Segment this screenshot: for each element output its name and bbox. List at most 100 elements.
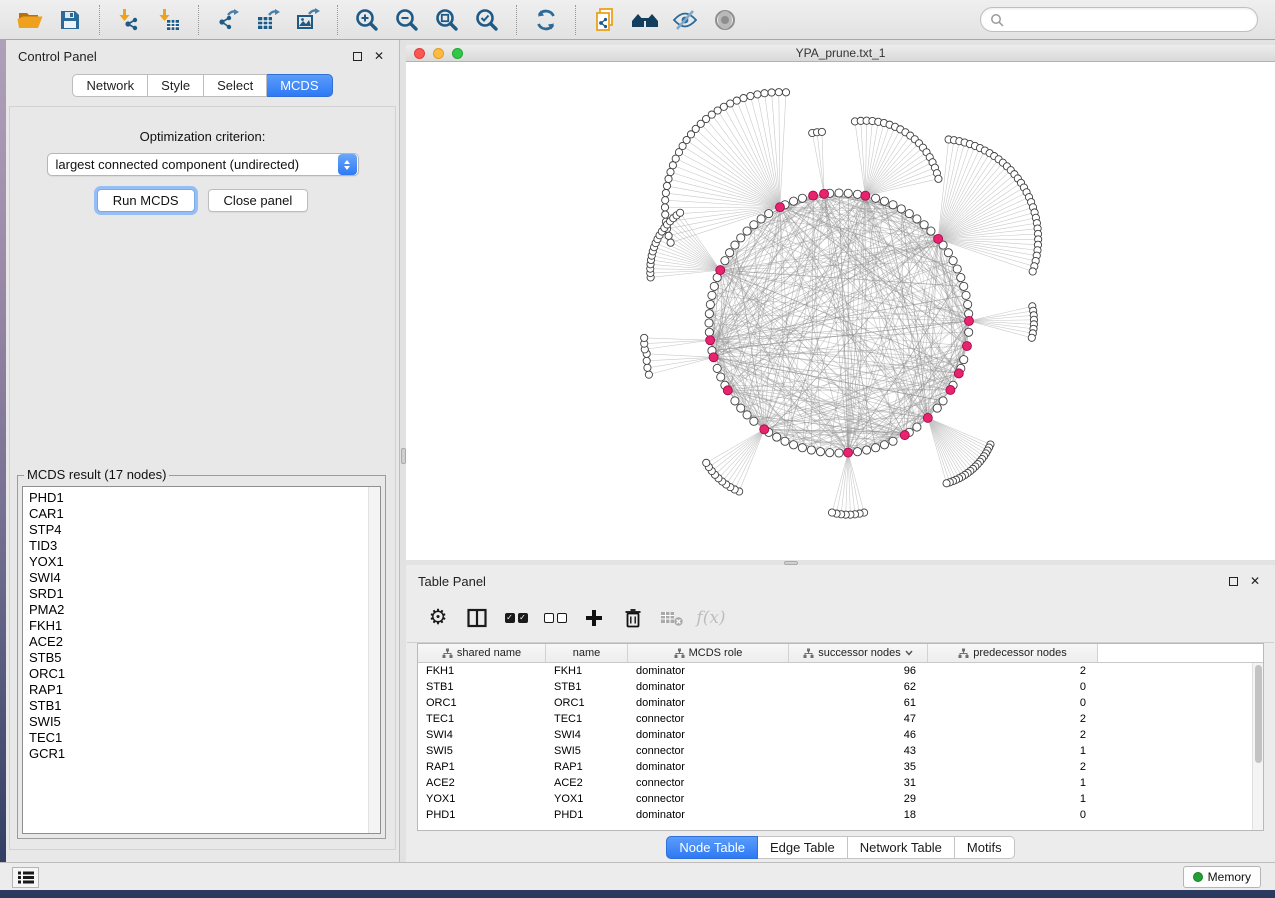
cell-successor-nodes[interactable]: 18 — [789, 809, 928, 821]
zoom-selected-button[interactable] — [467, 4, 507, 36]
new-network-from-selection-button[interactable] — [585, 4, 625, 36]
table-tab-edge-table[interactable]: Edge Table — [758, 836, 848, 859]
table-row[interactable]: ACE2ACE2connector311 — [418, 775, 1263, 791]
cell-successor-nodes[interactable]: 29 — [789, 793, 928, 805]
column-header-MCDS-role[interactable]: MCDS role — [628, 644, 789, 662]
network-graph[interactable] — [406, 62, 1275, 560]
cell-predecessor-nodes[interactable]: 2 — [928, 713, 1098, 725]
delete-table-button[interactable] — [657, 603, 687, 633]
cell-MCDS-role[interactable]: connector — [628, 745, 789, 757]
minimize-window-icon[interactable] — [433, 48, 444, 59]
cell-successor-nodes[interactable]: 47 — [789, 713, 928, 725]
splitter-handle[interactable] — [784, 561, 798, 565]
zoom-fit-button[interactable] — [427, 4, 467, 36]
task-history-button[interactable] — [12, 867, 39, 888]
table-row[interactable]: RAP1RAP1dominator352 — [418, 759, 1263, 775]
cell-MCDS-role[interactable]: dominator — [628, 809, 789, 821]
cell-name[interactable]: YOX1 — [546, 793, 628, 805]
mcds-result-list[interactable]: PHD1CAR1STP4TID3YOX1SWI4SRD1PMA2FKH1ACE2… — [22, 486, 381, 834]
mcds-result-item[interactable]: TID3 — [29, 538, 380, 554]
cell-name[interactable]: SWI5 — [546, 745, 628, 757]
cell-shared-name[interactable]: SWI4 — [418, 729, 546, 741]
mcds-result-item[interactable]: RAP1 — [29, 682, 380, 698]
mcds-result-item[interactable]: STB1 — [29, 698, 380, 714]
cell-predecessor-nodes[interactable]: 2 — [928, 729, 1098, 741]
table-panel-float-button[interactable] — [1225, 573, 1241, 589]
table-row[interactable]: TEC1TEC1connector472 — [418, 711, 1263, 727]
cell-name[interactable]: ACE2 — [546, 777, 628, 789]
hide-selected-button[interactable] — [665, 4, 705, 36]
export-network-button[interactable] — [208, 4, 248, 36]
mcds-result-item[interactable]: PHD1 — [29, 490, 380, 506]
mcds-result-item[interactable]: STB5 — [29, 650, 380, 666]
cell-successor-nodes[interactable]: 43 — [789, 745, 928, 757]
column-header-successor-nodes[interactable]: successor nodes — [789, 644, 928, 662]
cell-name[interactable]: FKH1 — [546, 665, 628, 677]
cell-predecessor-nodes[interactable]: 1 — [928, 745, 1098, 757]
table-row[interactable]: SWI4SWI4dominator462 — [418, 727, 1263, 743]
cell-shared-name[interactable]: RAP1 — [418, 761, 546, 773]
import-table-button[interactable] — [149, 4, 189, 36]
show-hidden-button[interactable] — [705, 4, 745, 36]
cell-MCDS-role[interactable]: connector — [628, 777, 789, 789]
table-scrollbar[interactable] — [1252, 663, 1263, 830]
column-header-predecessor-nodes[interactable]: predecessor nodes — [928, 644, 1098, 662]
maximize-window-icon[interactable] — [452, 48, 463, 59]
zoom-out-button[interactable] — [387, 4, 427, 36]
table-tab-motifs[interactable]: Motifs — [955, 836, 1015, 859]
zoom-in-button[interactable] — [347, 4, 387, 36]
cell-MCDS-role[interactable]: dominator — [628, 697, 789, 709]
cell-shared-name[interactable]: TEC1 — [418, 713, 546, 725]
column-header-name[interactable]: name — [546, 644, 628, 662]
cell-MCDS-role[interactable]: dominator — [628, 729, 789, 741]
mcds-result-item[interactable]: YOX1 — [29, 554, 380, 570]
cell-MCDS-role[interactable]: dominator — [628, 681, 789, 693]
cell-MCDS-role[interactable]: dominator — [628, 665, 789, 677]
mcds-result-item[interactable]: ACE2 — [29, 634, 380, 650]
mcds-result-item[interactable]: SRD1 — [29, 586, 380, 602]
cell-predecessor-nodes[interactable]: 0 — [928, 681, 1098, 693]
function-builder-button[interactable]: f(x) — [696, 603, 726, 633]
cell-predecessor-nodes[interactable]: 2 — [928, 761, 1098, 773]
column-header-shared-name[interactable]: shared name — [418, 644, 546, 662]
cell-shared-name[interactable]: ACE2 — [418, 777, 546, 789]
mcds-result-item[interactable]: SWI4 — [29, 570, 380, 586]
cell-name[interactable]: ORC1 — [546, 697, 628, 709]
cell-shared-name[interactable]: SWI5 — [418, 745, 546, 757]
delete-column-button[interactable] — [618, 603, 648, 633]
cell-MCDS-role[interactable]: connector — [628, 713, 789, 725]
show-columns-button[interactable] — [462, 603, 492, 633]
search-field[interactable] — [980, 7, 1258, 32]
cell-predecessor-nodes[interactable]: 2 — [928, 665, 1098, 677]
mcds-result-item[interactable]: TEC1 — [29, 730, 380, 746]
tab-mcds[interactable]: MCDS — [267, 74, 332, 97]
tab-select[interactable]: Select — [204, 74, 267, 97]
cell-name[interactable]: STB1 — [546, 681, 628, 693]
mcds-result-item[interactable]: STP4 — [29, 522, 380, 538]
mcds-list-scrollbar[interactable] — [368, 487, 380, 833]
table-row[interactable]: SWI5SWI5connector431 — [418, 743, 1263, 759]
cell-predecessor-nodes[interactable]: 0 — [928, 809, 1098, 821]
apply-layout-button[interactable] — [526, 4, 566, 36]
import-network-button[interactable] — [109, 4, 149, 36]
mcds-result-item[interactable]: CAR1 — [29, 506, 380, 522]
cell-predecessor-nodes[interactable]: 1 — [928, 793, 1098, 805]
cell-shared-name[interactable]: FKH1 — [418, 665, 546, 677]
cell-successor-nodes[interactable]: 46 — [789, 729, 928, 741]
cell-shared-name[interactable]: YOX1 — [418, 793, 546, 805]
close-panel-button[interactable]: Close panel — [208, 189, 309, 212]
tab-network[interactable]: Network — [72, 74, 148, 97]
cell-name[interactable]: SWI4 — [546, 729, 628, 741]
cell-shared-name[interactable]: PHD1 — [418, 809, 546, 821]
save-session-button[interactable] — [50, 4, 90, 36]
table-row[interactable]: ORC1ORC1dominator610 — [418, 695, 1263, 711]
optimization-criterion-select[interactable]: largest connected component (undirected) — [47, 153, 359, 176]
cell-name[interactable]: TEC1 — [546, 713, 628, 725]
table-row[interactable]: STB1STB1dominator620 — [418, 679, 1263, 695]
close-window-icon[interactable] — [414, 48, 425, 59]
table-panel-close-button[interactable]: ✕ — [1247, 573, 1263, 589]
search-input[interactable] — [1004, 13, 1248, 27]
table-row[interactable]: YOX1YOX1connector291 — [418, 791, 1263, 807]
cell-MCDS-role[interactable]: connector — [628, 793, 789, 805]
mcds-result-item[interactable]: PMA2 — [29, 602, 380, 618]
